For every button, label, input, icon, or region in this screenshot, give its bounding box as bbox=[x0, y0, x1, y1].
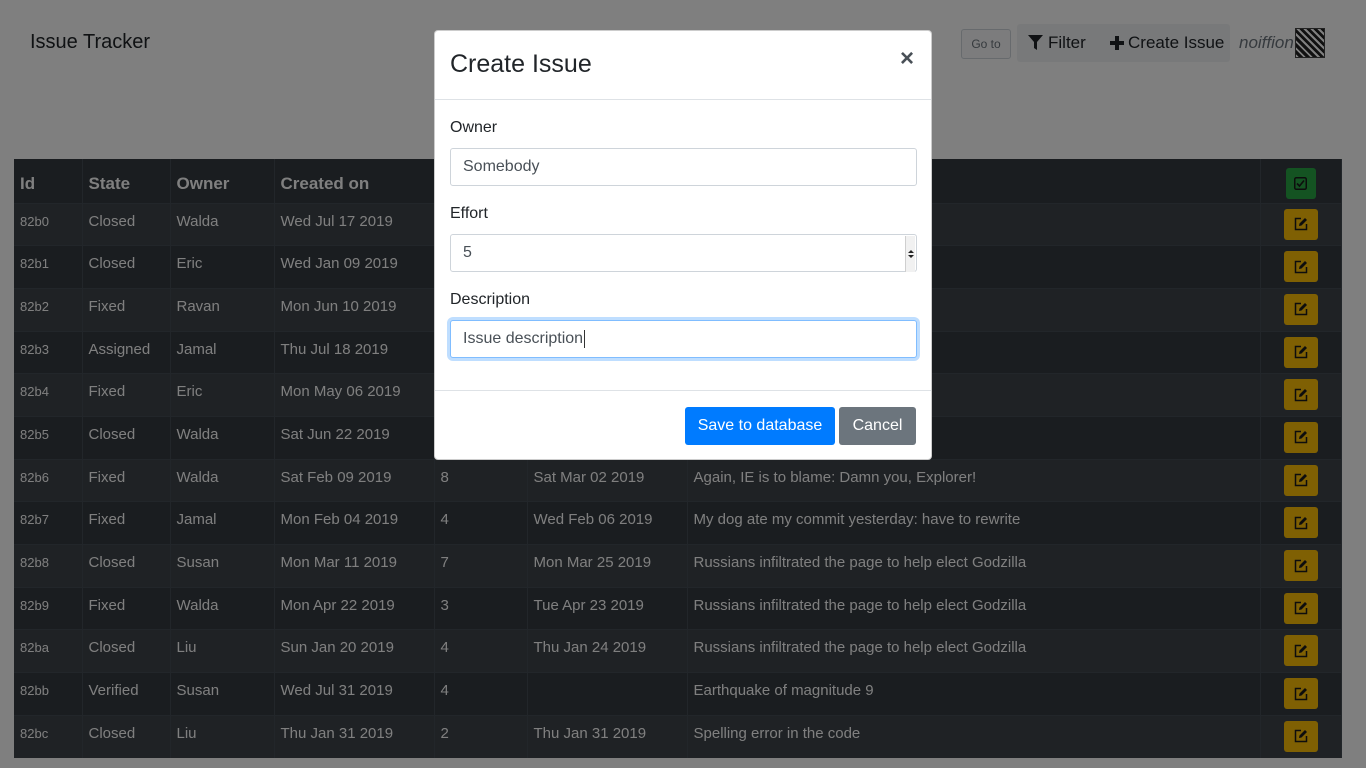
modal-footer: Save to database Cancel bbox=[435, 390, 931, 460]
effort-stepper[interactable]: 5 bbox=[450, 234, 917, 272]
description-field[interactable]: Issue description bbox=[450, 320, 917, 358]
text-caret bbox=[584, 330, 586, 348]
create-issue-modal: Create Issue × Owner Somebody Effort 5 D… bbox=[434, 30, 932, 460]
modal-title: Create Issue bbox=[450, 50, 592, 78]
spin-arrows-icon[interactable] bbox=[905, 236, 915, 272]
description-value: Issue description bbox=[463, 330, 584, 347]
owner-label: Owner bbox=[450, 119, 498, 136]
owner-field[interactable]: Somebody bbox=[450, 148, 917, 186]
save-button[interactable]: Save to database bbox=[685, 407, 835, 445]
owner-value: Somebody bbox=[463, 158, 540, 175]
effort-label: Effort bbox=[450, 205, 488, 222]
cancel-button[interactable]: Cancel bbox=[839, 407, 916, 445]
modal-header: Create Issue × bbox=[435, 31, 931, 100]
effort-value: 5 bbox=[463, 244, 472, 261]
close-icon[interactable]: × bbox=[900, 45, 914, 73]
description-label: Description bbox=[450, 291, 531, 308]
